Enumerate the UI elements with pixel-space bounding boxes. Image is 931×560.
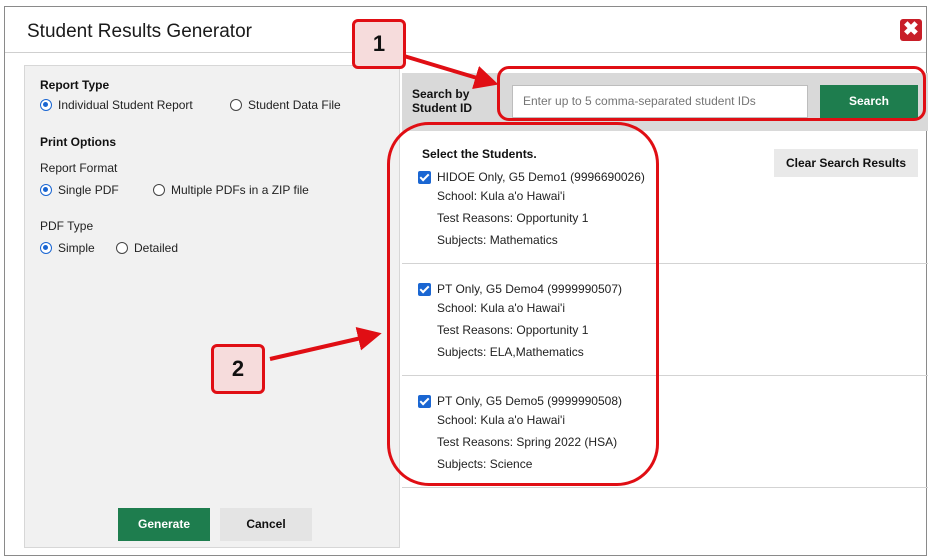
dialog-title: Student Results Generator	[27, 21, 252, 42]
print-options-heading: Print Options	[40, 135, 116, 149]
dialog-titlebar: Student Results Generator ✖	[5, 7, 926, 53]
cancel-button[interactable]: Cancel	[220, 508, 312, 541]
radio-selected-icon[interactable]	[40, 99, 52, 111]
generate-button[interactable]: Generate	[118, 508, 210, 541]
radio-label: Simple	[58, 241, 95, 255]
radio-simple[interactable]: Simple	[40, 241, 95, 255]
callout-1-badge: 1	[352, 19, 406, 69]
radio-label: Single PDF	[58, 183, 119, 197]
close-icon[interactable]: ✖	[900, 19, 922, 41]
radio-individual-student-report[interactable]: Individual Student Report	[40, 98, 193, 112]
radio-label: Detailed	[134, 241, 179, 255]
report-format-label: Report Format	[40, 161, 118, 175]
pdf-type-label: PDF Type	[40, 219, 94, 233]
students-highlight-outline	[387, 122, 659, 486]
radio-label: Multiple PDFs in a ZIP file	[171, 183, 309, 197]
search-highlight-outline	[497, 66, 926, 121]
radio-selected-icon[interactable]	[40, 242, 52, 254]
radio-selected-icon[interactable]	[40, 184, 52, 196]
search-label-line1: Search by	[412, 87, 470, 101]
radio-unselected-icon[interactable]	[116, 242, 128, 254]
radio-label: Student Data File	[248, 98, 341, 112]
report-type-heading: Report Type	[40, 78, 110, 92]
divider	[402, 487, 928, 488]
options-panel: Report Type Individual Student Report St…	[24, 65, 400, 548]
radio-unselected-icon[interactable]	[153, 184, 165, 196]
callout-2-badge: 2	[211, 344, 265, 394]
radio-single-pdf[interactable]: Single PDF	[40, 183, 119, 197]
radio-detailed[interactable]: Detailed	[116, 241, 178, 255]
search-label: Search by Student ID	[412, 87, 492, 115]
radio-label: Individual Student Report	[58, 98, 193, 112]
radio-multiple-pdfs-zip[interactable]: Multiple PDFs in a ZIP file	[153, 183, 309, 197]
radio-unselected-icon[interactable]	[230, 99, 242, 111]
search-label-line2: Student ID	[412, 101, 472, 115]
radio-student-data-file[interactable]: Student Data File	[230, 98, 341, 112]
